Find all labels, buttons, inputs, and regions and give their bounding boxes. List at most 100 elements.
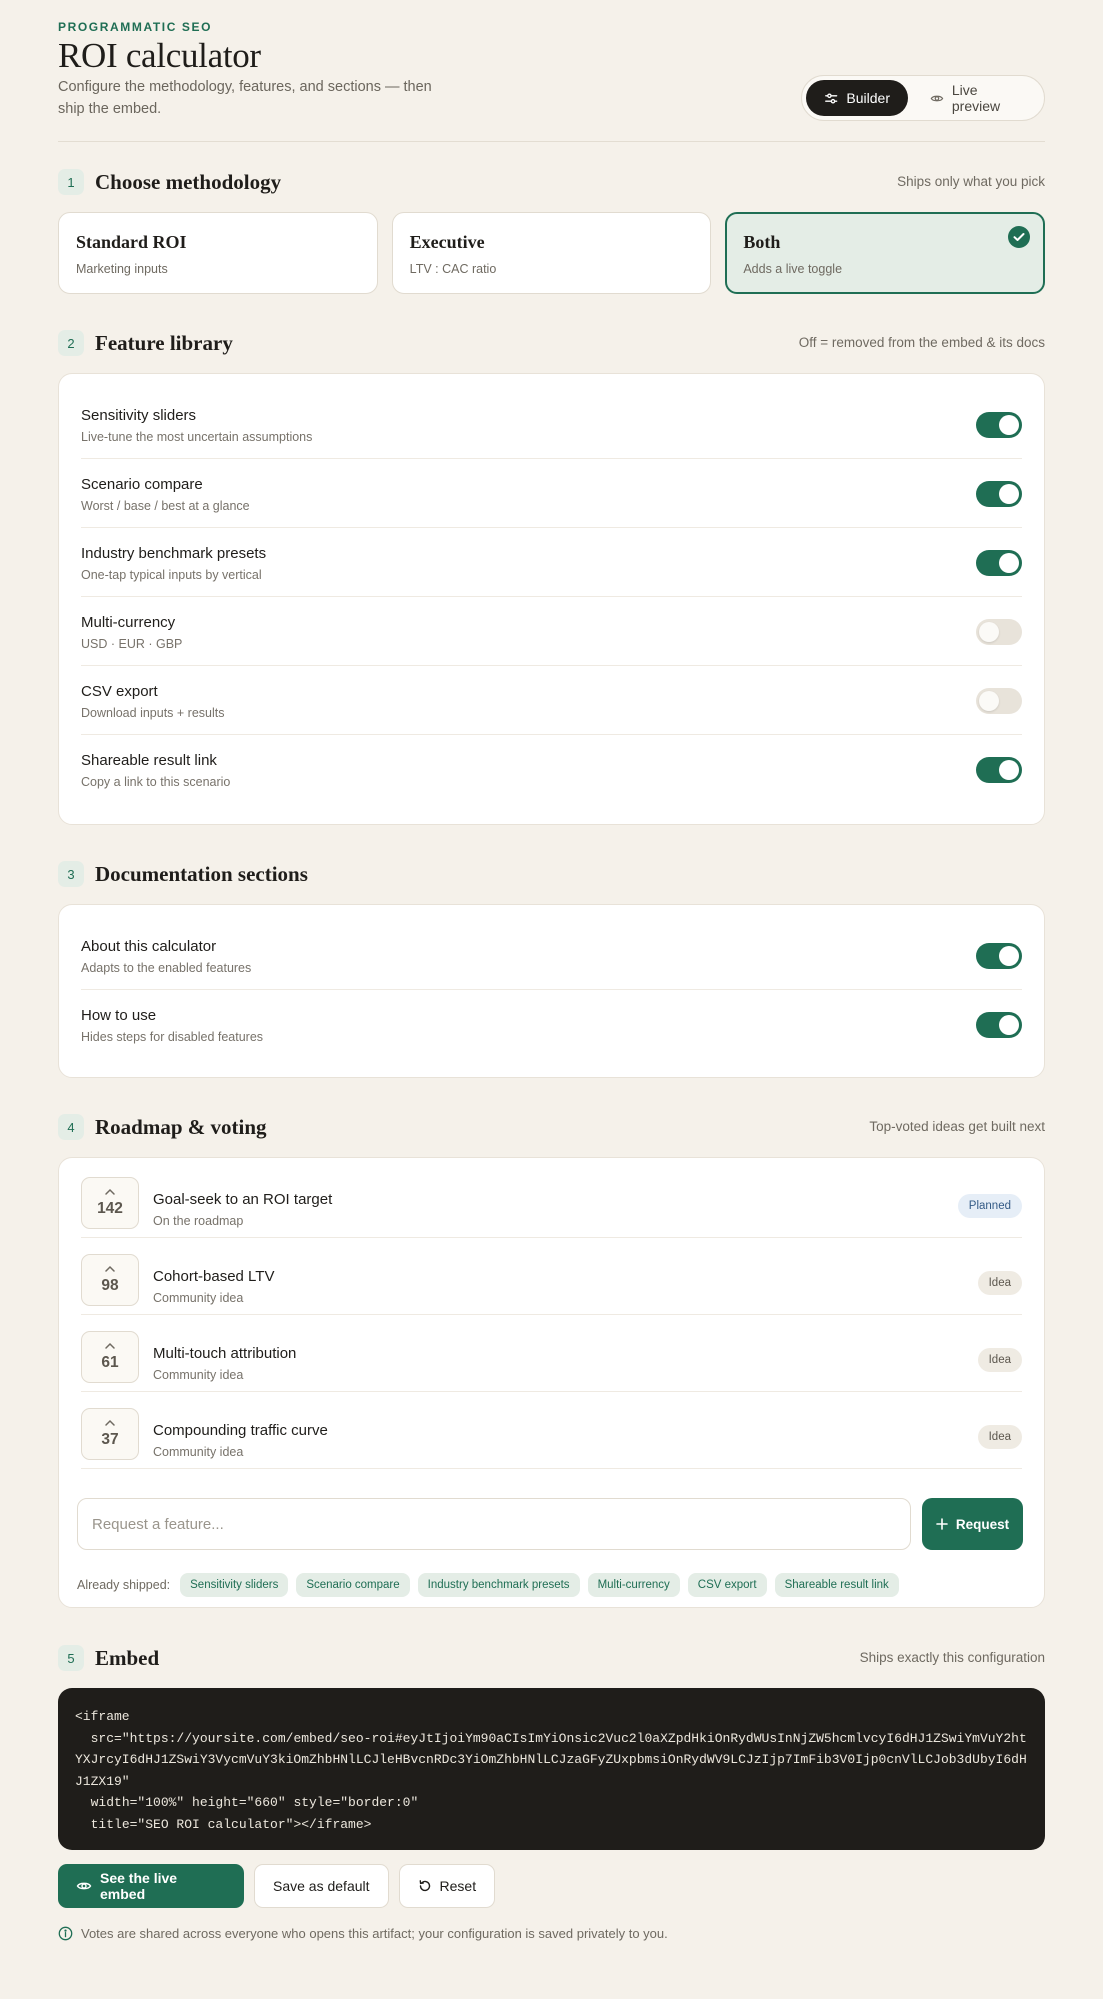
embed-code: <iframe src="https://yoursite.com/embed/…	[75, 1709, 1027, 1832]
section-note: Ships exactly this configuration	[859, 1650, 1045, 1665]
docs-card: About this calculator Adapts to the enab…	[58, 904, 1045, 1078]
shipped-label: Already shipped:	[77, 1578, 171, 1592]
live-preview-tab[interactable]: Live preview	[912, 80, 1042, 116]
vote-count: 98	[101, 1277, 119, 1294]
save-default-button[interactable]: Save as default	[254, 1864, 389, 1908]
doc-toggle[interactable]	[976, 943, 1022, 969]
section-note: Ships only what you pick	[897, 174, 1045, 189]
save-default-label: Save as default	[273, 1878, 370, 1894]
shipped-chip: CSV export	[687, 1573, 767, 1597]
docs-header: 3 Documentation sections	[58, 860, 1045, 888]
doc-title: How to use	[81, 1007, 157, 1024]
shipped-chip: Scenario compare	[296, 1573, 410, 1597]
feature-title: Multi-currency	[81, 614, 176, 631]
toggle-knob	[999, 760, 1019, 780]
feature-subtitle: Copy a link to this scenario	[81, 775, 231, 789]
feature-subtitle: Download inputs + results	[81, 706, 225, 720]
doc-subtitle: Hides steps for disabled features	[81, 1030, 264, 1044]
toggle-knob	[979, 622, 999, 642]
roadmap-item: 142 Goal-seek to an ROI target On the ro…	[81, 1161, 1022, 1238]
footnote: Votes are shared across everyone who ope…	[58, 1926, 668, 1941]
section-number: 4	[58, 1114, 84, 1140]
upvote-button[interactable]: 37	[81, 1408, 139, 1460]
shipped-list: Already shipped: Sensitivity sliders Sce…	[77, 1573, 899, 1597]
vote-count: 61	[101, 1354, 119, 1371]
request-feature-input[interactable]	[77, 1498, 911, 1550]
footnote-text: Votes are shared across everyone who ope…	[81, 1926, 668, 1941]
upvote-button[interactable]: 61	[81, 1331, 139, 1383]
vote-count: 142	[97, 1200, 123, 1217]
toggle-knob	[999, 1015, 1019, 1035]
plus-icon	[936, 1518, 948, 1530]
section-title: Documentation sections	[95, 862, 308, 886]
feature-row-sensitivity-sliders: Sensitivity sliders Live-tune the most u…	[81, 390, 1022, 459]
doc-row-how-to-use: How to use Hides steps for disabled feat…	[81, 990, 1022, 1059]
method-title: Executive	[409, 232, 485, 252]
page-header: PROGRAMMATIC SEO ROI calculator Configur…	[58, 0, 1045, 142]
roadmap-item-subtitle: Community idea	[153, 1445, 244, 1459]
method-subtitle: Marketing inputs	[76, 262, 168, 276]
feature-toggle[interactable]	[976, 481, 1022, 507]
section-note: Off = removed from the embed & its docs	[798, 335, 1045, 350]
doc-toggle[interactable]	[976, 1012, 1022, 1038]
roadmap-item: 37 Compounding traffic curve Community i…	[81, 1392, 1022, 1469]
method-subtitle: Adds a live toggle	[743, 262, 843, 276]
feature-toggle[interactable]	[976, 688, 1022, 714]
section-number: 1	[58, 169, 84, 195]
feature-toggle[interactable]	[976, 550, 1022, 576]
embed-code-block[interactable]: <iframe src="https://yoursite.com/embed/…	[58, 1688, 1045, 1850]
status-badge: Idea	[977, 1271, 1022, 1295]
feature-row-shareable-result-link: Shareable result link Copy a link to thi…	[81, 735, 1022, 804]
roadmap-item-subtitle: On the roadmap	[153, 1214, 244, 1228]
method-card-executive[interactable]: Executive LTV : CAC ratio	[391, 212, 712, 294]
roadmap-card: 142 Goal-seek to an ROI target On the ro…	[58, 1157, 1045, 1608]
status-badge: Planned	[957, 1194, 1022, 1218]
feature-title: Shareable result link	[81, 752, 217, 769]
roadmap-item-subtitle: Community idea	[153, 1368, 244, 1382]
feature-row-csv-export: CSV export Download inputs + results	[81, 666, 1022, 735]
method-title: Both	[743, 232, 781, 252]
toggle-knob	[999, 946, 1019, 966]
toggle-knob	[999, 553, 1019, 573]
feature-subtitle: USD · EUR · GBP	[81, 637, 183, 651]
vote-count: 37	[101, 1431, 119, 1448]
roadmap-item: 61 Multi-touch attribution Community ide…	[81, 1315, 1022, 1392]
upvote-button[interactable]: 98	[81, 1254, 139, 1306]
section-title: Feature library	[95, 331, 233, 355]
doc-title: About this calculator	[81, 938, 217, 955]
feature-row-industry-benchmark-presets: Industry benchmark presets One-tap typic…	[81, 528, 1022, 597]
builder-tab-label: Builder	[846, 90, 890, 106]
builder-tab[interactable]: Builder	[806, 80, 908, 116]
eye-icon	[76, 1882, 92, 1890]
feature-subtitle: Worst / base / best at a glance	[81, 499, 250, 513]
feature-library-card: Sensitivity sliders Live-tune the most u…	[58, 373, 1045, 825]
status-badge: Idea	[977, 1348, 1022, 1372]
feature-toggle[interactable]	[976, 619, 1022, 645]
shipped-chip: Shareable result link	[774, 1573, 899, 1597]
shipped-chip: Industry benchmark presets	[417, 1573, 580, 1597]
method-title: Standard ROI	[76, 232, 187, 252]
eyebrow-label: PROGRAMMATIC SEO	[58, 20, 213, 34]
feature-subtitle: One-tap typical inputs by vertical	[81, 568, 262, 582]
reset-label: Reset	[439, 1878, 477, 1894]
reset-button[interactable]: Reset	[398, 1864, 496, 1908]
chevron-up-icon	[105, 1419, 115, 1426]
method-card-standard-roi[interactable]: Standard ROI Marketing inputs	[58, 212, 378, 294]
roadmap-item: 98 Cohort-based LTV Community idea Idea	[81, 1238, 1022, 1315]
info-icon	[58, 1926, 73, 1941]
roadmap-item-title: Multi-touch attribution	[153, 1345, 297, 1362]
request-button[interactable]: Request	[922, 1498, 1023, 1550]
embed-header: 5 Embed Ships exactly this configuration	[58, 1644, 1045, 1672]
methodology-header: 1 Choose methodology Ships only what you…	[58, 168, 1045, 196]
see-live-embed-button[interactable]: See the live embed	[58, 1864, 244, 1908]
feature-title: Sensitivity sliders	[81, 407, 197, 424]
sliders-icon	[825, 93, 838, 103]
method-card-both[interactable]: Both Adds a live toggle	[725, 212, 1046, 294]
doc-row-about: About this calculator Adapts to the enab…	[81, 921, 1022, 990]
feature-toggle[interactable]	[976, 757, 1022, 783]
roadmap-item-title: Cohort-based LTV	[153, 1268, 275, 1285]
section-number: 3	[58, 861, 84, 887]
feature-toggle[interactable]	[976, 412, 1022, 438]
live-preview-tab-label: Live preview	[951, 82, 1001, 114]
upvote-button[interactable]: 142	[81, 1177, 139, 1229]
